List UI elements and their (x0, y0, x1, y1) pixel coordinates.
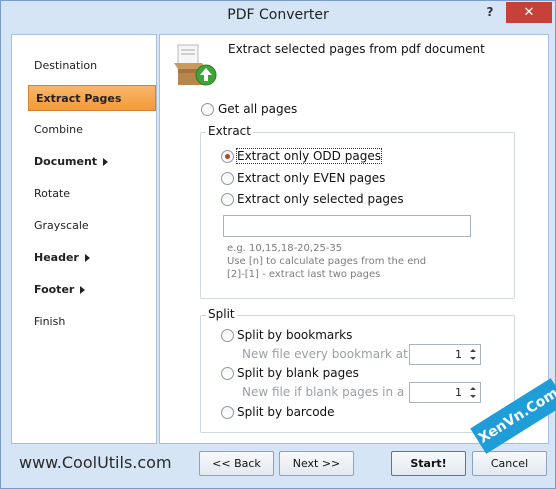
extract-odd-radio[interactable] (221, 150, 234, 163)
split-bookmarks-radio[interactable] (221, 329, 234, 342)
split-barcode-label[interactable]: Split by barcode (237, 405, 335, 419)
sidebar-item-label: Extract Pages (36, 92, 122, 105)
blank-count-stepper[interactable]: 1 (409, 382, 481, 403)
sidebar-item-label: Grayscale (34, 219, 89, 232)
back-button[interactable]: << Back (199, 451, 274, 476)
sidebar-item-document[interactable]: Document (12, 149, 156, 175)
split-group-title: Split (206, 307, 237, 321)
sidebar-item-label: Finish (34, 315, 66, 328)
help-button[interactable]: ? (479, 5, 501, 23)
spin-down-icon[interactable] (466, 354, 480, 363)
get-all-pages-label[interactable]: Get all pages (218, 102, 297, 116)
split-blank-radio[interactable] (221, 367, 234, 380)
pdf-converter-window: PDF Converter ? ✕ Destination Extract Pa… (0, 0, 556, 489)
chevron-right-icon (80, 286, 86, 294)
chevron-right-icon (103, 158, 109, 166)
sidebar-item-header[interactable]: Header (12, 245, 156, 271)
sidebar-item-label: Header (34, 251, 79, 264)
sidebar-item-label: Destination (34, 59, 98, 72)
sidebar-item-footer[interactable]: Footer (12, 277, 156, 303)
chevron-right-icon (84, 254, 90, 262)
spin-down-icon[interactable] (466, 392, 480, 401)
close-button[interactable]: ✕ (506, 2, 552, 23)
box-export-icon (174, 44, 217, 86)
hint-last-two: [2]-[1] - extract last two pages (227, 269, 381, 280)
hint-example: e.g. 10,15,18-20,25-35 (227, 243, 343, 254)
content-panel: Extract selected pages from pdf document… (159, 34, 549, 444)
extract-even-radio[interactable] (221, 172, 234, 185)
extract-group-title: Extract (206, 124, 253, 138)
sidebar-item-rotate[interactable]: Rotate (12, 181, 156, 207)
extract-odd-label[interactable]: Extract only ODD pages (236, 148, 382, 164)
pages-range-input[interactable] (223, 215, 471, 237)
extract-selected-label[interactable]: Extract only selected pages (237, 192, 404, 206)
bookmark-count-value: 1 (455, 348, 462, 361)
blank-count-value: 1 (455, 386, 462, 399)
page-heading: Extract selected pages from pdf document (228, 42, 485, 56)
sidebar-item-grayscale[interactable]: Grayscale (12, 213, 156, 239)
hint-from-end: Use [n] to calculate pages from the end (227, 256, 427, 267)
bookmark-hint-label: New file every bookmark at le (242, 347, 408, 361)
sidebar-item-label: Document (34, 155, 98, 168)
cancel-button[interactable]: Cancel (472, 451, 547, 476)
title-bar: PDF Converter ? ✕ (1, 1, 555, 31)
next-button[interactable]: Next >> (279, 451, 354, 476)
sidebar-item-label: Rotate (34, 187, 71, 200)
bookmark-count-stepper[interactable]: 1 (409, 344, 481, 365)
start-button[interactable]: Start! (391, 451, 466, 476)
sidebar-item-destination[interactable]: Destination (12, 53, 156, 79)
sidebar-item-label: Footer (34, 283, 75, 296)
sidebar-item-label: Combine (34, 123, 83, 136)
sidebar-nav: Destination Extract Pages Combine Docume… (11, 34, 157, 444)
close-icon: ✕ (523, 5, 535, 20)
blank-hint-label: New file if blank pages in a ro (242, 385, 408, 399)
split-blank-label[interactable]: Split by blank pages (237, 366, 359, 380)
sidebar-item-extract-pages[interactable]: Extract Pages (28, 85, 156, 111)
window-title: PDF Converter (227, 7, 329, 23)
extract-selected-radio[interactable] (221, 193, 234, 206)
split-barcode-radio[interactable] (221, 406, 234, 419)
split-bookmarks-label[interactable]: Split by bookmarks (237, 328, 352, 342)
get-all-pages-radio[interactable] (201, 103, 214, 116)
sidebar-item-finish[interactable]: Finish (12, 309, 156, 335)
website-link[interactable]: www.CoolUtils.com (19, 453, 172, 472)
extract-even-label[interactable]: Extract only EVEN pages (237, 171, 385, 185)
sidebar-item-combine[interactable]: Combine (12, 117, 156, 143)
